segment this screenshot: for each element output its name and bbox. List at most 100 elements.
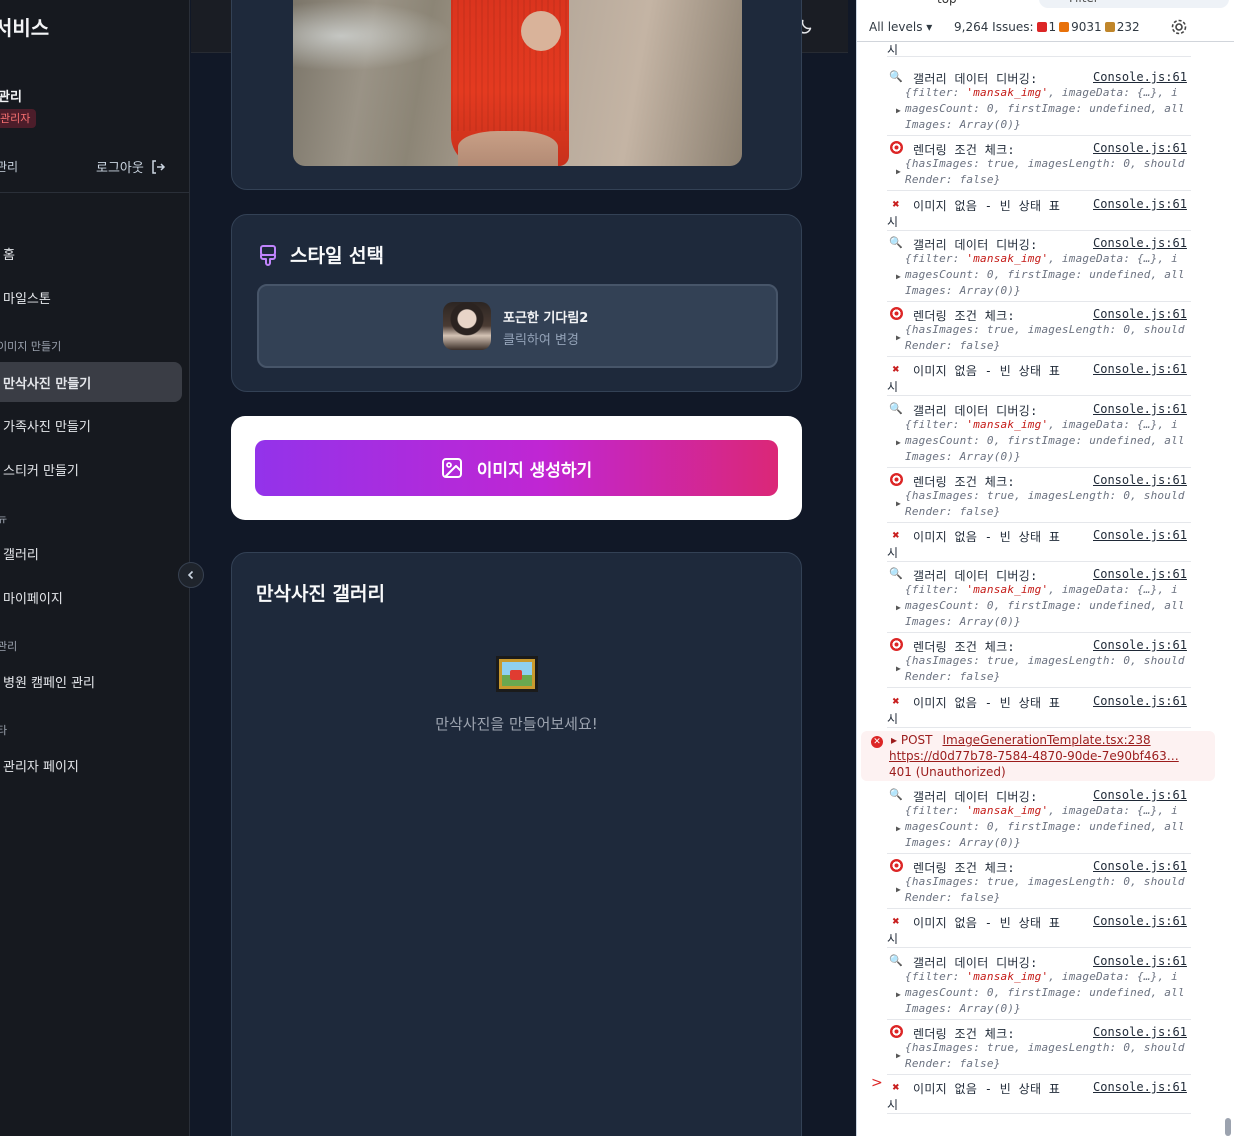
expand-triangle-icon[interactable]: ▶	[896, 272, 901, 281]
brand-title-text: 서비스	[0, 16, 50, 40]
expand-triangle-icon[interactable]: ▶	[896, 885, 901, 894]
sidebar-item-admin-page[interactable]: 관리자 페이지	[0, 745, 182, 785]
issues-info: 232	[1104, 20, 1140, 34]
style-section-title: 스타일 선택	[290, 245, 385, 267]
console-prompt[interactable]: >	[871, 1075, 883, 1091]
sidebar-item-milestone[interactable]: 마일스톤	[0, 277, 182, 317]
console-source-link[interactable]: Console.js:61	[1093, 362, 1187, 376]
issues-counter[interactable]: 9,264 Issues: 1 9031 232	[954, 20, 1140, 34]
expand-triangle-icon[interactable]: ▶	[896, 333, 901, 342]
expand-triangle-icon[interactable]: ▶	[896, 990, 901, 999]
sidebar-item-home[interactable]: 홈	[0, 233, 182, 273]
console-source-link[interactable]: Console.js:61	[1093, 528, 1187, 542]
generate-image-label: 이미지 생성하기	[476, 460, 593, 481]
console-source-link[interactable]: Console.js:61	[1093, 1025, 1187, 1039]
sidebar-item-mypage[interactable]: 마이페이지	[0, 577, 182, 617]
console-source-link[interactable]: Console.js:61	[1093, 236, 1187, 250]
console-source-link[interactable]: Console.js:61	[1093, 141, 1187, 155]
console-source-link[interactable]: Console.js:61	[1093, 402, 1187, 416]
style-name: 포근한 기다림2	[503, 311, 589, 326]
target-icon	[889, 307, 903, 321]
console-log: 시 🔍 갤러리 데이터 디버깅: Console.js:61 {filter: 'man…	[857, 43, 1234, 1136]
console-message: 🔍 갤러리 데이터 디버깅: Console.js:61 {filter: 'mans…	[887, 70, 1191, 136]
sidebar-item-family-photo[interactable]: 가족사진 만들기	[0, 405, 182, 445]
console-message-text: 갤러리 데이터 디버깅:	[913, 569, 1038, 583]
console-message: 렌더링 조건 체크: Console.js:61 {hasImages: true,…	[887, 307, 1191, 357]
sidebar-collapse-button[interactable]	[178, 562, 204, 588]
cross-mark-icon: ✖	[892, 1080, 900, 1094]
console-message: ✖ 이미지 없음 - 빈 상태 표 Console.js:61 시	[887, 694, 1191, 728]
console-source-link[interactable]: Console.js:61	[1093, 638, 1187, 652]
issues-errors: 1	[1036, 20, 1056, 34]
context-selector[interactable]: top	[937, 0, 957, 6]
error-source-link[interactable]: ImageGenerationTemplate.tsx:238	[942, 733, 1150, 747]
expand-triangle-icon[interactable]: ▶	[896, 106, 901, 115]
search-icon: 🔍	[889, 70, 903, 83]
console-object-preview: {filter: 'mansak_img', imageData: {…}, i	[905, 804, 1178, 817]
devtools-toolbar: top Filter	[857, 0, 1234, 8]
target-icon	[889, 859, 903, 873]
console-message-text: 렌더링 조건 체크:	[913, 640, 1015, 654]
sidebar-item-label: 마이페이지	[3, 591, 63, 607]
expand-triangle-icon[interactable]: ▶	[896, 1051, 901, 1060]
console-source-link[interactable]: Console.js:61	[1093, 859, 1187, 873]
console-message: 🔍 갤러리 데이터 디버깅: Console.js:61 {filter: 'mans…	[887, 402, 1191, 468]
console-message-text: 이미지 없음 - 빈 상태 표	[913, 916, 1061, 930]
console-source-link[interactable]: Console.js:61	[1093, 954, 1187, 968]
expand-triangle-icon[interactable]: ▶	[896, 499, 901, 508]
console-source-link[interactable]: Console.js:61	[1093, 1080, 1187, 1094]
expand-triangle-icon[interactable]: ▶	[896, 664, 901, 673]
filter-input[interactable]: Filter	[1039, 0, 1229, 8]
expand-triangle-icon[interactable]: ▶	[896, 167, 901, 176]
console-object-preview: {filter: 'mansak_img', imageData: {…}, i	[905, 970, 1178, 983]
console-message: ✖ 이미지 없음 - 빈 상태 표 Console.js:61 시	[887, 914, 1191, 948]
console-source-link[interactable]: Console.js:61	[1093, 567, 1187, 581]
sidebar-divider	[0, 192, 189, 193]
gear-icon[interactable]	[1170, 18, 1188, 36]
console-message-text: 이미지 없음 - 빈 상태 표	[913, 1082, 1061, 1096]
generate-image-button[interactable]: 이미지 생성하기	[255, 440, 778, 496]
error-circle-icon: ✕	[871, 736, 883, 748]
sidebar-section-menu: 뉴	[0, 510, 7, 526]
console-message-text: 렌더링 조건 체크:	[913, 861, 1015, 875]
console-object-preview: Images: Array(0)}	[905, 284, 1021, 297]
brand-title: 서비스	[0, 12, 49, 41]
console-object-preview: {filter: 'mansak_img', imageData: {…}, i	[905, 418, 1178, 431]
console-object-preview: Render: false}	[905, 173, 1001, 186]
expand-triangle-icon[interactable]: ▶	[896, 824, 901, 833]
error-status: 401 (Unauthorized)	[889, 765, 1006, 779]
console-message-text: 갤러리 데이터 디버깅:	[913, 238, 1038, 252]
logout-button[interactable]: 로그아웃	[96, 157, 166, 176]
style-selector-button[interactable]: 포근한 기다림2 클릭하여 변경	[257, 284, 778, 368]
console-message: 시	[887, 37, 1191, 57]
sidebar-item-maternity-photo[interactable]: 만삭사진 만들기	[0, 362, 182, 402]
sidebar-item-hospital-campaign[interactable]: 병원 캠페인 관리	[0, 661, 182, 701]
console-message-text: 시	[887, 215, 899, 229]
console-source-link[interactable]: Console.js:61	[1093, 197, 1187, 211]
cross-mark-icon: ✖	[892, 528, 900, 542]
console-source-link[interactable]: Console.js:61	[1093, 307, 1187, 321]
console-message: 🔍 갤러리 데이터 디버깅: Console.js:61 {filter: 'mans…	[887, 236, 1191, 302]
console-source-link[interactable]: Console.js:61	[1093, 70, 1187, 84]
console-source-link[interactable]: Console.js:61	[1093, 694, 1187, 708]
console-source-link[interactable]: Console.js:61	[1093, 788, 1187, 802]
sidebar-item-sticker[interactable]: 스티커 만들기	[0, 449, 182, 489]
image-icon	[441, 458, 462, 478]
console-error-row: ✕ ▸ POST ImageGenerationTemplate.tsx:238 …	[861, 731, 1215, 781]
console-source-link[interactable]: Console.js:61	[1093, 914, 1187, 928]
console-message-text: 시	[887, 932, 899, 946]
search-icon: 🔍	[889, 567, 903, 580]
console-source-link[interactable]: Console.js:61	[1093, 473, 1187, 487]
console-object-preview: Render: false}	[905, 505, 1001, 518]
console-object-preview: magesCount: 0, firstImage: undefined, al…	[905, 268, 1185, 281]
sidebar-item-gallery[interactable]: 갤러리	[0, 533, 182, 573]
console-object-preview: {filter: 'mansak_img', imageData: {…}, i	[905, 252, 1178, 265]
error-url-link[interactable]: https://d0d77b78-7584-4870-90de-7e90bf46…	[889, 749, 1189, 763]
console-message-text: 렌더링 조건 체크:	[913, 309, 1015, 323]
expand-triangle-icon[interactable]: ▶	[896, 438, 901, 447]
expand-triangle-icon[interactable]: ▶	[896, 603, 901, 612]
console-scrollbar[interactable]	[1225, 1118, 1231, 1136]
log-levels-dropdown[interactable]: All levels ▾	[869, 20, 932, 34]
sidebar-section-admin: 관리	[0, 640, 18, 653]
console-message-text: 시	[887, 712, 899, 726]
